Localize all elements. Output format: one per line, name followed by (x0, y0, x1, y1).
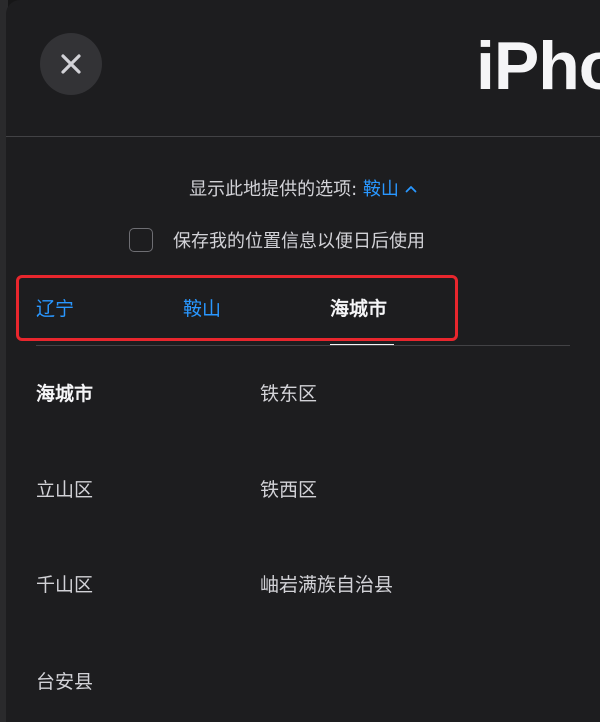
close-button[interactable] (40, 33, 102, 95)
district-option[interactable]: 立山区 (36, 477, 93, 503)
tab-city[interactable]: 鞍山 (183, 296, 221, 322)
tab-province[interactable]: 辽宁 (36, 296, 74, 322)
location-prompt-label: 显示此地提供的选项: (189, 179, 358, 200)
district-option[interactable]: 千山区 (36, 572, 93, 598)
district-option[interactable]: 海城市 (36, 381, 93, 407)
selected-location: 鞍山 (362, 179, 399, 200)
district-option[interactable]: 铁西区 (260, 477, 317, 503)
chevron-up-icon (405, 174, 417, 202)
header-divider (6, 136, 600, 137)
district-option[interactable]: 岫岩满族自治县 (260, 572, 393, 598)
save-location-checkbox[interactable] (129, 228, 153, 252)
tab-district[interactable]: 海城市 (330, 296, 387, 322)
location-toggle-link[interactable]: 鞍山 (363, 179, 417, 200)
close-icon (61, 54, 81, 74)
save-location-label: 保存我的位置信息以便日后使用 (173, 231, 425, 252)
location-prompt-row: 显示此地提供的选项: 鞍山 (6, 174, 600, 204)
location-modal: iPho 显示此地提供的选项: 鞍山 保存我的位置信息以便日后使用 辽宁 鞍山 … (6, 0, 600, 722)
district-option[interactable]: 台安县 (36, 669, 93, 695)
annotation-highlight-box (16, 275, 458, 341)
page-title: iPho (476, 28, 600, 104)
save-location-row[interactable]: 保存我的位置信息以便日后使用 (129, 226, 425, 254)
tabs-divider (36, 345, 570, 346)
district-option[interactable]: 铁东区 (260, 381, 317, 407)
